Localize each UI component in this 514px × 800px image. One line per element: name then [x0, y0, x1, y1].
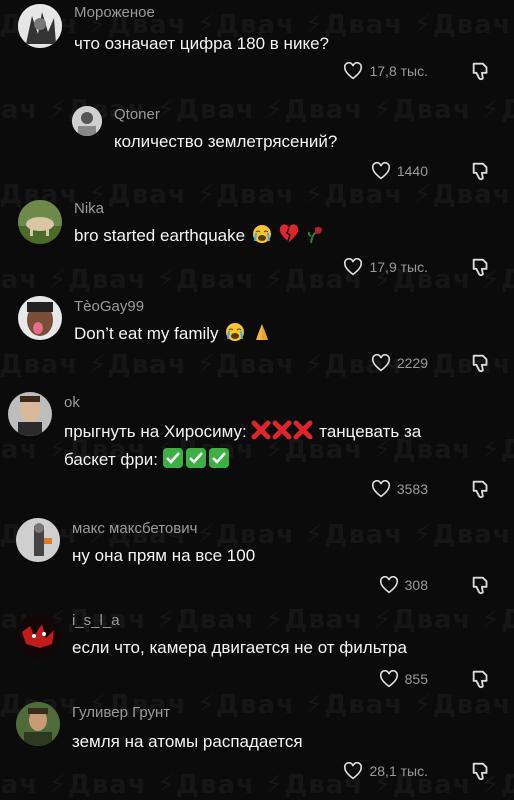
check-mark-emoji-icon: [162, 448, 183, 468]
like-count: 28,1 тыс.: [369, 763, 428, 779]
like-button[interactable]: 308: [379, 576, 428, 594]
thumbs-down-icon[interactable]: [470, 760, 492, 782]
like-count: 1440: [396, 163, 428, 179]
avatar[interactable]: [18, 4, 62, 48]
like-count: 855: [404, 671, 428, 687]
comment-text-line: Don’t eat my family: [74, 320, 272, 348]
comment-text: bro started earthquake: [74, 226, 246, 245]
avatar[interactable]: [16, 614, 60, 658]
comment-text: прыгнуть на Хиросиму:: [64, 422, 247, 441]
comment-username[interactable]: ok: [64, 394, 80, 411]
like-count: 308: [404, 577, 428, 593]
thumbs-down-icon[interactable]: [470, 352, 492, 374]
cross-mark-emoji-icon: [272, 420, 292, 440]
avatar[interactable]: [18, 200, 62, 244]
comment-text: земля на атомы распадается: [72, 732, 303, 751]
comment-text: ну она прям на все 100: [72, 546, 256, 565]
heart-icon: [371, 480, 390, 498]
comment-text: Don’t eat my family: [74, 324, 219, 343]
heart-icon: [379, 670, 398, 688]
folded-hands-emoji-icon: [256, 324, 269, 340]
heart-icon: [379, 576, 398, 594]
comment-username[interactable]: Гуливер Грунт: [72, 704, 170, 721]
broken-heart-emoji-icon: [279, 224, 298, 242]
thumbs-down-icon[interactable]: [470, 60, 492, 82]
avatar[interactable]: [8, 392, 52, 436]
comment-text: что означает цифра 180 в нике?: [74, 34, 329, 53]
like-button[interactable]: 17,8 тыс.: [343, 62, 428, 80]
thumbs-down-icon[interactable]: [470, 574, 492, 596]
check-mark-emoji-icon: [208, 448, 229, 468]
watermark-row: ⚡Двач ⚡Двач ⚡Двач ⚡Двач ⚡Двач ⚡Двач: [0, 265, 514, 295]
heart-icon: [344, 62, 363, 80]
comment-text-line: bro started earthquake: [74, 222, 325, 250]
like-button[interactable]: 28,1 тыс.: [343, 762, 428, 780]
thumbs-down-icon[interactable]: [470, 668, 492, 690]
comment-username[interactable]: Qtoner: [114, 106, 160, 123]
cross-mark-emoji-icon: [251, 420, 271, 440]
heart-icon: [344, 258, 363, 276]
heart-icon: [371, 354, 390, 372]
avatar[interactable]: [72, 106, 102, 136]
crying-face-emoji-icon: [252, 225, 271, 243]
check-mark-emoji-icon: [185, 448, 206, 468]
avatar[interactable]: [18, 296, 62, 340]
comment-username[interactable]: TèoGay99: [74, 298, 144, 315]
like-button[interactable]: 17,9 тыс.: [343, 258, 428, 276]
thumbs-down-icon[interactable]: [470, 478, 492, 500]
avatar[interactable]: [16, 518, 60, 562]
avatar[interactable]: [16, 702, 60, 746]
cross-mark-emoji-icon: [293, 420, 313, 440]
like-button[interactable]: 1440: [371, 162, 428, 180]
wilted-rose-emoji-icon: [308, 226, 323, 244]
comment-text: танцевать за: [319, 422, 422, 441]
like-count: 17,8 тыс.: [369, 63, 428, 79]
comment-username[interactable]: Мороженое: [74, 4, 155, 21]
thumbs-down-icon[interactable]: [470, 256, 492, 278]
comment-username[interactable]: макс максбетович: [72, 520, 197, 537]
heart-icon: [371, 162, 390, 180]
heart-icon: [344, 762, 363, 780]
comment-text-block: прыгнуть на Хиросиму: танцевать за баске…: [64, 418, 504, 474]
like-count: 3583: [396, 481, 428, 497]
like-button[interactable]: 2229: [371, 354, 428, 372]
like-count: 17,9 тыс.: [369, 259, 428, 275]
comment-text: баскет фри:: [64, 450, 158, 469]
watermark-row: ⚡Двач ⚡Двач ⚡Двач ⚡Двач ⚡Двач ⚡Двач: [0, 770, 514, 800]
comment-text: количество землетрясений?: [114, 132, 338, 151]
thumbs-down-icon[interactable]: [470, 160, 492, 182]
crying-face-emoji-icon: [226, 323, 245, 341]
watermark-row: ⚡Двач ⚡Двач ⚡Двач ⚡Двач ⚡Двач ⚡Двач: [0, 350, 514, 380]
comment-username[interactable]: Nika: [74, 200, 104, 217]
like-button[interactable]: 855: [379, 670, 428, 688]
like-count: 2229: [396, 355, 428, 371]
comment-username[interactable]: i_s_l_a: [72, 612, 120, 629]
like-button[interactable]: 3583: [371, 480, 428, 498]
comment-text: если что, камера двигается не от фильтра: [72, 638, 407, 657]
